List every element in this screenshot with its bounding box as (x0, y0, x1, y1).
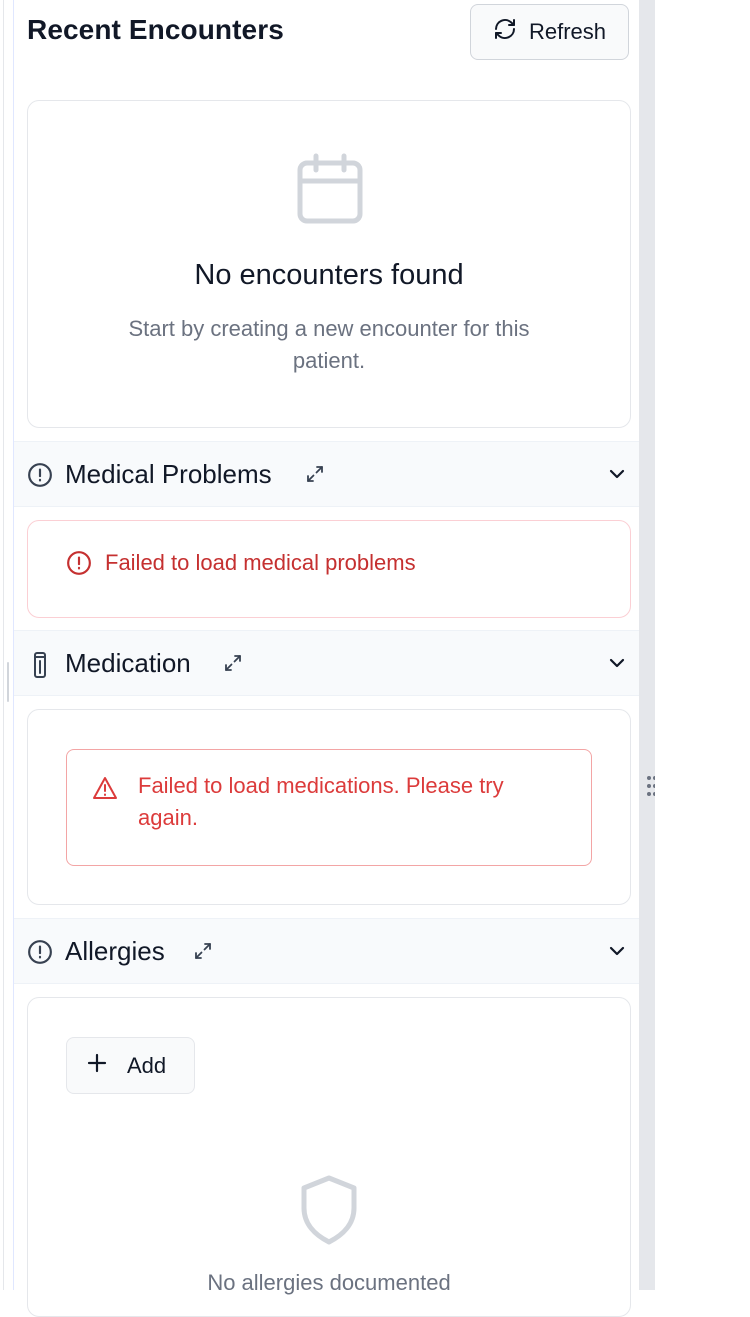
add-allergy-button[interactable]: Add (66, 1037, 195, 1094)
recent-encounters-title: Recent Encounters (27, 14, 284, 45)
refresh-button[interactable]: Refresh (470, 4, 629, 60)
alert-circle-icon (27, 939, 53, 970)
section-header-medical-problems[interactable]: Medical Problems (14, 441, 639, 507)
medication-error-text: Failed to load medications. Please try a… (138, 773, 504, 830)
warning-triangle-icon (92, 776, 118, 805)
panel-border (3, 0, 4, 1290)
empty-title: No encounters found (194, 259, 464, 291)
medication-card: Failed to load medications. Please try a… (27, 709, 631, 905)
plus-icon (87, 1053, 107, 1079)
medical-problems-error-card: Failed to load medical problems (27, 520, 631, 618)
alert-circle-icon (66, 550, 92, 581)
section-title: Medication (65, 648, 191, 678)
expand-icon[interactable] (193, 941, 213, 966)
empty-subtitle: Start by creating a new encounter for th… (128, 316, 530, 373)
refresh-icon (493, 17, 517, 47)
calendar-icon (296, 153, 364, 230)
encounters-empty-card: No encounters found Start by creating a … (27, 100, 631, 428)
chevron-down-icon[interactable] (607, 464, 627, 489)
panel-gutter (639, 0, 655, 1290)
chevron-down-icon[interactable] (607, 653, 627, 678)
section-title: Medical Problems (65, 459, 272, 489)
pill-icon (31, 651, 49, 684)
medical-problems-error-text: Failed to load medical problems (105, 550, 416, 575)
shield-icon (298, 1174, 360, 1251)
section-title: Allergies (65, 936, 165, 966)
patient-side-panel: Recent Encounters Refresh No encounters … (14, 0, 639, 1317)
allergies-empty-text: No allergies documented (207, 1270, 451, 1295)
allergies-card: Add No allergies documented (27, 997, 631, 1317)
chevron-down-icon[interactable] (607, 941, 627, 966)
expand-icon[interactable] (223, 653, 243, 678)
section-header-allergies[interactable]: Allergies (14, 918, 639, 984)
expand-icon[interactable] (305, 464, 325, 489)
section-header-medication[interactable]: Medication (14, 630, 639, 696)
right-content-area (655, 0, 750, 1290)
refresh-label: Refresh (528, 19, 607, 44)
alert-circle-icon (27, 462, 53, 493)
left-resize-handle[interactable] (7, 662, 9, 702)
add-label: Add (127, 1052, 167, 1078)
medication-error-alert: Failed to load medications. Please try a… (66, 749, 592, 866)
